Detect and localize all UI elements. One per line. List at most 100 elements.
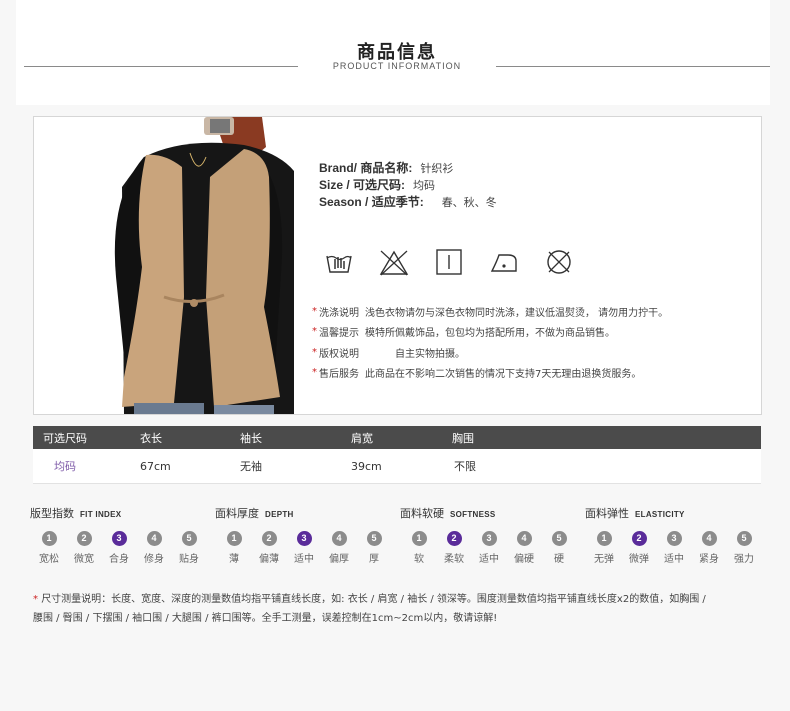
- scale-item: 4 偏厚: [322, 531, 356, 565]
- scale-item: 4 紧身: [692, 531, 726, 565]
- scale-label: 合身: [109, 554, 129, 565]
- scale-dot: 3: [481, 531, 497, 546]
- scale-label: 柔软: [444, 554, 464, 565]
- scale-dot: 3: [666, 531, 682, 546]
- scale-item: 5 贴身: [172, 531, 206, 565]
- scale-dot: 2: [446, 531, 462, 546]
- brand-row: Brand/ 商品名称: 针织衫: [319, 159, 497, 176]
- section-subtitle: PRODUCT INFORMATION: [332, 61, 462, 71]
- measurement-note-text: ：长度、宽度、深度的测量数值均指平铺直线长度，如: 衣长 / 肩宽 / 袖长 /…: [101, 594, 706, 605]
- scale-title-zh: 面料弹性: [585, 507, 629, 520]
- size-header-cell: 袖长: [240, 431, 262, 445]
- table-row: 均码 67cm 无袖 39cm 不限: [33, 449, 761, 484]
- scale-dot: 1: [411, 531, 427, 546]
- scale-dot: 5: [736, 531, 752, 546]
- scale-dot: 1: [226, 531, 242, 546]
- scale-item: 3 合身: [102, 531, 136, 565]
- note-star: *: [312, 367, 317, 379]
- scale-label: 强力: [734, 554, 754, 565]
- size-header-cell: 可选尺码: [43, 431, 87, 445]
- scale-dot: 5: [551, 531, 567, 546]
- scale-title-en: FIT INDEX: [80, 510, 122, 519]
- note-star: *: [312, 305, 317, 317]
- scale-title: 面料厚度 DEPTH: [215, 505, 400, 520]
- scale-softness: 面料软硬 SOFTNESS 1软 2 柔软 3 适中 4 偏硬 5硬: [400, 505, 585, 565]
- size-table-header: 可选尺码 衣长 袖长 肩宽 胸围: [33, 426, 761, 449]
- scale-item: 5硬: [542, 531, 576, 565]
- scale-label: 微弹: [629, 554, 649, 565]
- size-cell: 均码: [54, 460, 76, 473]
- line-dry-icon: [436, 249, 462, 275]
- scale-dot: 3: [296, 531, 312, 546]
- season-label: Season / 适应季节:: [319, 195, 424, 209]
- scale-title-zh: 面料厚度: [215, 507, 259, 520]
- header-divider-right: [496, 66, 770, 67]
- product-attributes: Brand/ 商品名称: 针织衫 Size / 可选尺码: 均码 Season …: [319, 159, 497, 210]
- measurement-note-label: 尺寸测量说明: [41, 594, 102, 605]
- size-cell: 不限: [454, 460, 476, 473]
- scale-dot: 2: [76, 531, 92, 546]
- scale-items: 1软 2 柔软 3 适中 4 偏硬 5硬: [400, 531, 585, 571]
- scale-title: 版型指数 FIT INDEX: [30, 505, 215, 520]
- measurement-note-line2: 腰围 / 臀围 / 下摆围 / 袖口围 / 大腿围 / 裤口围等。全手工测量，误…: [33, 613, 498, 624]
- product-info-panel: Brand/ 商品名称: 针织衫 Size / 可选尺码: 均码 Season …: [33, 116, 762, 415]
- scale-dot: 5: [366, 531, 382, 546]
- product-notes: * 洗涤说明 浅色衣物请勿与深色衣物同时洗涤，建议低温熨烫， 请勿用力拧干。 *…: [312, 301, 752, 383]
- season-value: 春、秋、冬: [441, 195, 497, 209]
- scale-item: 1 无弹: [587, 531, 621, 565]
- scale-label: 修身: [144, 554, 164, 565]
- header-divider-left: [24, 66, 298, 67]
- scale-item: 5 强力: [727, 531, 761, 565]
- care-icons-row: [324, 247, 574, 277]
- scale-label: 偏厚: [329, 554, 349, 565]
- scale-item: 4 偏硬: [507, 531, 541, 565]
- product-photo: [94, 117, 294, 414]
- note-copyright: * 版权说明 自主实物拍摄。: [312, 342, 752, 363]
- size-header-cell: 胸围: [452, 431, 474, 445]
- scale-dot: 2: [631, 531, 647, 546]
- scale-label: 适中: [294, 554, 314, 565]
- note-label: 版权说明: [319, 348, 359, 360]
- scale-label: 宽松: [39, 554, 59, 565]
- scale-item: 4 修身: [137, 531, 171, 565]
- scale-title-zh: 面料软硬: [400, 507, 444, 520]
- model-illustration: [94, 117, 294, 414]
- scale-label: 适中: [479, 554, 499, 565]
- brand-label: Brand/ 商品名称:: [319, 161, 413, 175]
- scale-item: 3 适中: [472, 531, 506, 565]
- scale-item: 2 微宽: [67, 531, 101, 565]
- scale-label: 紧身: [699, 554, 719, 565]
- note-text: 模特所佩戴饰品，包包均为搭配所用，不做为商品销售。: [365, 328, 615, 340]
- scale-item: 1 宽松: [32, 531, 66, 565]
- scale-label: 贴身: [179, 554, 199, 565]
- measurement-note: * 尺寸测量说明：长度、宽度、深度的测量数值均指平铺直线长度，如: 衣长 / 肩…: [33, 590, 761, 628]
- scale-title-en: DEPTH: [265, 510, 294, 519]
- scale-items: 1薄 2 偏薄 3 适中 4 偏厚 5厚: [215, 531, 400, 571]
- scale-item: 5厚: [357, 531, 391, 565]
- scale-items: 1 无弹 2 微弹 3 适中 4 紧身 5 强力: [585, 531, 770, 571]
- scale-dot: 4: [146, 531, 162, 546]
- scale-dot: 4: [516, 531, 532, 546]
- measurement-note-line1: * 尺寸测量说明：长度、宽度、深度的测量数值均指平铺直线长度，如: 衣长 / 肩…: [33, 590, 761, 609]
- size-value: 均码: [413, 178, 436, 192]
- scale-elasticity: 面料弹性 ELASTICITY 1 无弹 2 微弹 3 适中 4 紧身 5 强力: [585, 505, 770, 565]
- scale-dot: 5: [181, 531, 197, 546]
- note-text: 自主实物拍摄。: [395, 348, 465, 360]
- scale-item: 2 微弹: [622, 531, 656, 565]
- scale-label: 厚: [369, 554, 379, 565]
- size-label: Size / 可选尺码:: [319, 178, 406, 192]
- scale-dot: 1: [596, 531, 612, 546]
- scale-label: 偏薄: [259, 554, 279, 565]
- size-table: 可选尺码 衣长 袖长 肩宽 胸围 均码 67cm 无袖 39cm 不限: [33, 426, 761, 484]
- scale-label: 微宽: [74, 554, 94, 565]
- scale-item: 2 偏薄: [252, 531, 286, 565]
- scale-item: 3 适中: [657, 531, 691, 565]
- scale-title: 面料弹性 ELASTICITY: [585, 505, 770, 520]
- size-cell: 39cm: [351, 459, 382, 473]
- brand-value: 针织衫: [420, 161, 454, 175]
- do-not-dry-clean-icon: [547, 250, 571, 274]
- size-row: Size / 可选尺码: 均码: [319, 176, 497, 193]
- do-not-bleach-icon: [379, 250, 409, 276]
- scale-depth: 面料厚度 DEPTH 1薄 2 偏薄 3 适中 4 偏厚 5厚: [215, 505, 400, 565]
- season-row: Season / 适应季节: 春、秋、冬: [319, 193, 497, 210]
